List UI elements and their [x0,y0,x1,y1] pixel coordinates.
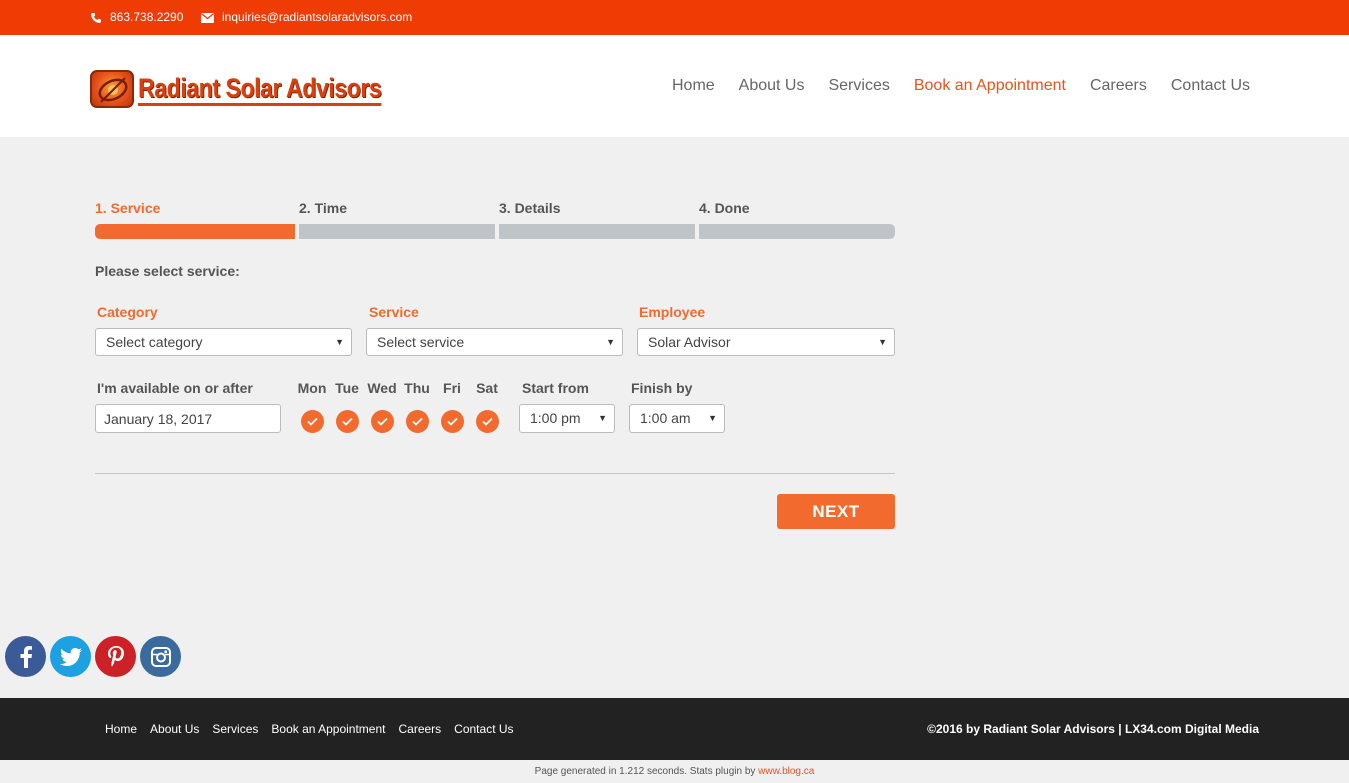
day-name: Mon [297,380,327,396]
check-icon[interactable] [405,410,429,433]
check-icon[interactable] [335,410,359,433]
twitter-icon[interactable] [50,636,91,677]
day-mon[interactable]: Mon [292,380,332,433]
day-wed[interactable]: Wed [362,380,402,433]
top-contact-bar: 863.738.2290 inquiries@radiantsolaradvis… [0,0,1349,35]
stats-text: Page generated in 1.212 seconds. Stats p… [534,766,759,777]
nav-careers[interactable]: Careers [1090,77,1147,95]
dropdown-arrow-icon: ▼ [708,413,717,423]
nav-contact-us[interactable]: Contact Us [1171,77,1250,95]
day-name: Thu [404,380,430,396]
email-contact[interactable]: inquiries@radiantsolaradvisors.com [201,0,412,35]
category-select[interactable]: Select category ▼ [95,328,352,356]
available-date-input[interactable]: January 18, 2017 [95,404,281,433]
day-tue[interactable]: Tue [327,380,367,433]
employee-label: Employee [639,304,706,320]
footer-link-home[interactable]: Home [105,722,137,736]
finish-by-label: Finish by [631,380,693,396]
category-label: Category [97,304,158,320]
day-name: Fri [443,380,461,396]
day-sat[interactable]: Sat [467,380,507,433]
step-bar [299,224,495,239]
employee-value: Solar Advisor [648,334,731,350]
available-date-label: I'm available on or after [97,380,253,396]
step-label: 1. Service [95,200,161,216]
check-icon[interactable] [475,410,499,433]
step-label: 3. Details [499,200,561,216]
step-service: 1. Service [95,200,295,239]
footer-link-contact-us[interactable]: Contact Us [454,722,513,736]
category-value: Select category [106,334,203,350]
step-label: 4. Done [699,200,750,216]
day-name: Sat [476,380,498,396]
start-time-value: 1:00 pm [530,410,581,426]
dropdown-arrow-icon: ▼ [878,337,887,347]
footer-nav: Home About Us Services Book an Appointme… [105,698,527,760]
nav-home[interactable]: Home [672,77,715,95]
sun-logo-icon [90,70,134,108]
finish-time-select[interactable]: 1:00 am ▼ [629,404,725,433]
phone-contact[interactable]: 863.738.2290 [90,0,183,35]
step-label: 2. Time [299,200,347,216]
day-name: Wed [367,380,397,396]
instagram-icon[interactable] [140,636,181,677]
stats-line: Page generated in 1.212 seconds. Stats p… [0,760,1349,783]
site-logo[interactable]: Radiant Solar Advisors [90,68,421,110]
step-details: 3. Details [499,200,695,239]
brand-name: Radiant Solar Advisors [138,73,382,106]
facebook-icon[interactable] [5,636,46,677]
phone-icon [91,12,101,23]
footer-link-about-us[interactable]: About Us [150,722,199,736]
step-bar [699,224,895,239]
employee-select[interactable]: Solar Advisor ▼ [637,328,895,356]
select-service-prompt: Please select service: [95,263,240,279]
site-footer: Home About Us Services Book an Appointme… [0,698,1349,760]
nav-about-us[interactable]: About Us [739,77,805,95]
step-done: 4. Done [699,200,895,239]
finish-time-value: 1:00 am [640,410,691,426]
footer-link-services[interactable]: Services [212,722,258,736]
dropdown-arrow-icon: ▼ [335,337,344,347]
site-header: Radiant Solar Advisors Home About Us Ser… [0,35,1349,137]
start-time-select[interactable]: 1:00 pm ▼ [519,404,615,433]
dropdown-arrow-icon: ▼ [606,337,615,347]
next-button[interactable]: NEXT [777,494,895,529]
dropdown-arrow-icon: ▼ [598,413,607,423]
footer-link-book-appointment[interactable]: Book an Appointment [271,722,385,736]
nav-book-appointment[interactable]: Book an Appointment [914,77,1066,95]
footer-link-careers[interactable]: Careers [398,722,441,736]
step-bar [499,224,695,239]
form-divider [95,473,895,474]
step-time: 2. Time [299,200,495,239]
main-nav: Home About Us Services Book an Appointme… [648,35,1250,137]
day-thu[interactable]: Thu [397,380,437,433]
step-bar [95,224,295,239]
check-icon[interactable] [370,410,394,433]
pinterest-icon[interactable] [95,636,136,677]
nav-services[interactable]: Services [828,77,889,95]
envelope-icon [201,12,214,23]
stats-plugin-link[interactable]: www.blog.ca [758,766,814,777]
service-label: Service [369,304,419,320]
booking-progress-steps: 1. Service 2. Time 3. Details 4. Done [95,200,895,240]
start-from-label: Start from [522,380,589,396]
day-fri[interactable]: Fri [432,380,472,433]
day-name: Tue [335,380,359,396]
check-icon[interactable] [300,410,324,433]
service-select[interactable]: Select service ▼ [366,328,623,356]
check-icon[interactable] [440,410,464,433]
copyright-text: ©2016 by Radiant Solar Advisors | LX34.c… [927,722,1259,736]
service-value: Select service [377,334,465,350]
